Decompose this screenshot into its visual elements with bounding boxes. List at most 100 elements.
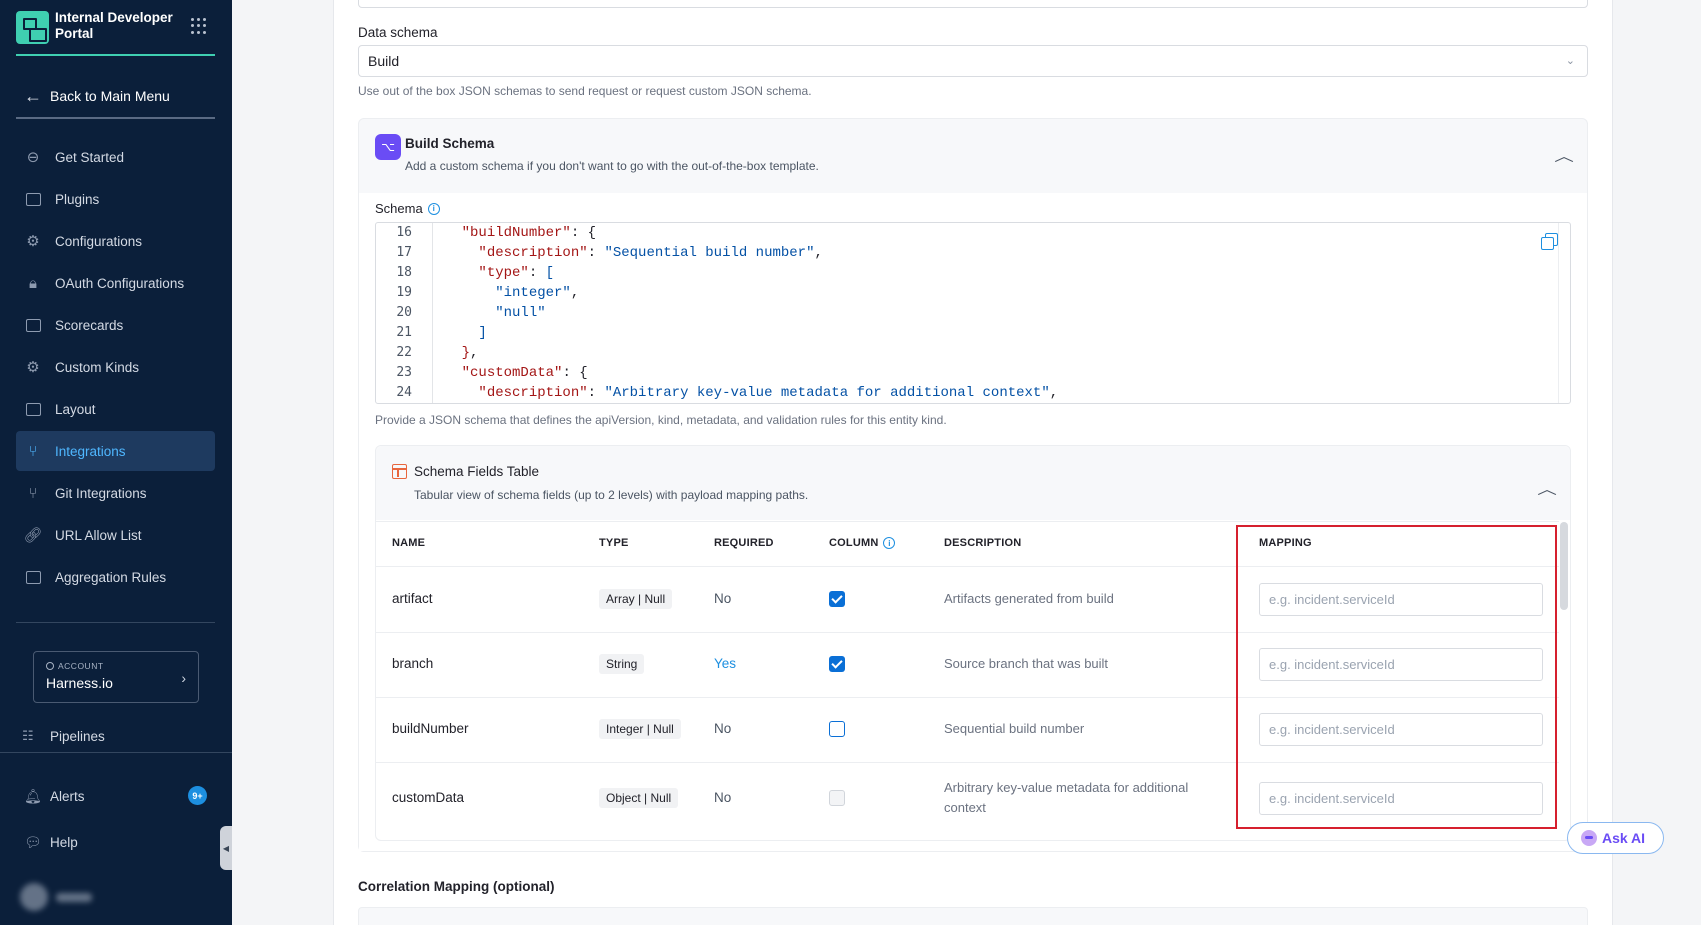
code-line: "customData": { [461,365,588,381]
sidebar-item-label: Configurations [55,233,143,249]
info-icon[interactable]: i [427,202,440,215]
avatar [20,883,48,911]
field-description: Sequential build number [944,721,1085,736]
data-schema-select[interactable]: Build ⌄ [358,45,1588,77]
back-to-main-menu[interactable]: ← Back to Main Menu [16,75,215,119]
line-number: 16 [396,225,412,240]
code-line: ] [478,325,487,341]
field-description: Source branch that was built [944,656,1109,671]
sliders-icon: ⚙ [26,233,40,250]
user-name-blurred [56,892,92,902]
field-description: Artifacts generated from build [944,591,1114,606]
table-scrollbar[interactable] [1560,522,1568,610]
brand-title: Internal Developer Portal [55,10,173,41]
field-name: customData [392,790,465,805]
sidebar-item-integrations[interactable]: ⑂ Integrations [16,431,215,471]
line-number: 21 [396,325,412,340]
lock-icon: 🔒︎ [29,274,37,292]
collapse-table-chevron-up-icon[interactable]: ︿ [1537,479,1557,499]
alerts-count-badge: 9+ [188,786,207,805]
line-number: 22 [396,345,412,360]
code-line: "integer", [495,285,580,301]
required-value: No [714,790,732,805]
code-line: "description": "Arbitrary key-value meta… [478,385,1059,401]
collapse-sidebar-button[interactable]: ◀ [220,826,232,870]
sidebar-item-pipelines[interactable]: ☷ Pipelines [22,728,105,744]
sidebar-item-git-integrations[interactable]: ⑂ Git Integrations [16,473,215,513]
code-line: "null" [495,305,546,321]
ask-ai-label: Ask AI [1602,830,1646,846]
app-switcher-icon[interactable] [191,18,207,34]
sidebar-item-get-started[interactable]: ⊖ Get Started [16,137,215,177]
build-schema-subtitle: Add a custom schema if you don't want to… [405,159,819,173]
chevron-down-icon: ⌄ [1565,55,1575,67]
sidebar-item-help[interactable]: 💬︎ Help [24,834,78,851]
sidebar-item-aggregation-rules[interactable]: Aggregation Rules [16,557,215,597]
ask-ai-button[interactable]: Ask AI [1567,822,1664,854]
sidebar-item-label: Layout [55,401,96,417]
type-chip: Integer | Null [599,719,681,739]
sidebar-nav: ⊖ Get Started Plugins ⚙ Configurations 🔒… [16,137,215,599]
column-checkbox[interactable] [829,591,845,607]
table-icon [392,464,407,479]
collapse-build-schema-chevron-up-icon[interactable]: ︿ [1554,146,1574,166]
sidebar-item-layout[interactable]: Layout [16,389,215,429]
git-icon: ⑂ [28,484,38,502]
back-label: Back to Main Menu [50,88,170,104]
field-name: buildNumber [392,721,469,736]
divider [0,752,232,753]
editor-scrollbar[interactable] [1558,223,1570,403]
field-name: artifact [392,591,433,606]
field-description: Arbitrary key-value metadata for additio… [944,780,1189,815]
copy-icon[interactable] [1541,233,1558,250]
sidebar-item-label: Pipelines [50,728,105,744]
sidebar-item-plugins[interactable]: Plugins [16,179,215,219]
arrow-left-icon: ← [24,85,42,106]
sidebar-item-custom-kinds[interactable]: ⚙ Custom Kinds [16,347,215,387]
line-numbers: 16 17 18 19 20 21 22 23 24 [376,223,422,403]
chevron-right-icon: › [181,670,186,686]
column-checkbox[interactable] [829,656,845,672]
column-header-description: DESCRIPTION [944,537,1022,549]
code-line: "type": [ [478,265,555,281]
info-icon[interactable]: i [883,537,896,549]
sidebar-item-label: Alerts [50,789,85,804]
help-icon: 💬︎ [24,834,42,850]
previous-input[interactable] [358,0,1588,8]
plug-icon [24,190,42,208]
column-header-column: COLUMN i [829,537,896,549]
rules-icon [24,568,42,586]
schema-icon: ⌥ [375,134,401,160]
divider [16,622,215,623]
sidebar-item-alerts[interactable]: 🔔︎ Alerts [24,788,85,805]
code-line: "buildNumber": { [461,225,597,241]
sidebar-item-label: Git Integrations [55,485,147,501]
code-line: "description": "Sequential build number"… [478,245,823,261]
sidebar: Internal Developer Portal ← Back to Main… [0,0,232,925]
column-checkbox[interactable] [829,721,845,737]
sidebar-item-configurations[interactable]: ⚙ Configurations [16,221,215,261]
line-number: 23 [396,365,412,380]
required-value: Yes [714,656,737,671]
brand[interactable]: Internal Developer Portal [16,10,215,56]
required-value: No [714,591,732,606]
field-name: branch [392,656,434,671]
account-switcher[interactable]: ACCOUNT Harness.io › [33,651,199,703]
user-profile[interactable] [20,882,96,912]
sidebar-item-label: Plugins [55,191,100,207]
sidebar-item-oauth-configurations[interactable]: 🔒︎ OAuth Configurations [16,263,215,303]
sidebar-item-url-allow-list[interactable]: 🔗︎ URL Allow List [16,515,215,555]
type-chip: String [599,654,645,674]
bell-icon: 🔔︎ [24,788,42,804]
scorecard-icon [24,316,42,334]
line-number: 20 [396,305,412,320]
data-schema-help: Use out of the box JSON schemas to send … [358,84,812,98]
ai-assistant-icon [1581,830,1597,846]
sidebar-item-scorecards[interactable]: Scorecards [16,305,215,345]
sidebar-item-label: Help [50,835,78,850]
code-line: }, [461,345,479,361]
sidebar-item-label: Scorecards [55,317,124,333]
rocket-icon: ⊖ [26,149,40,166]
schema-code-editor[interactable]: 16 17 18 19 20 21 22 23 24 "buildNumber": { "des… [375,222,1571,404]
data-schema-value: Build [368,53,400,69]
